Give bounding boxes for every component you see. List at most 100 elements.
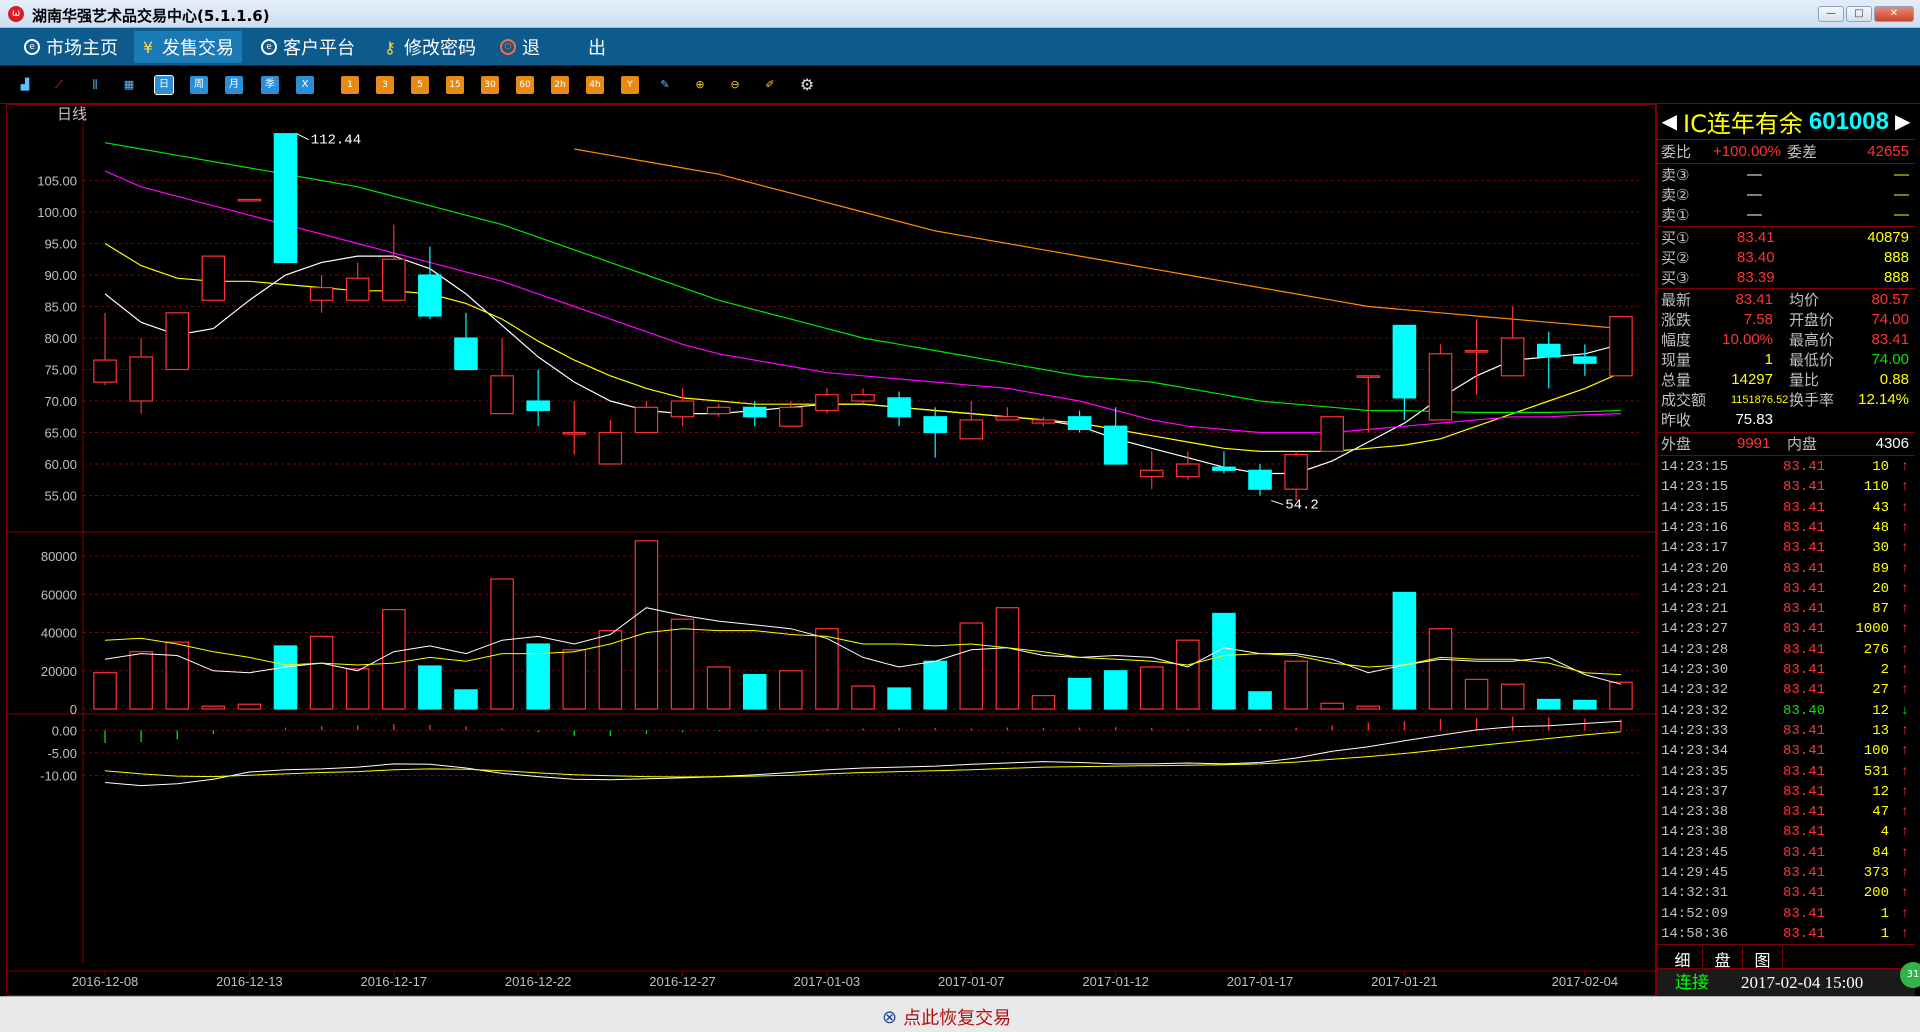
trade-tick-row: 14:23:28 83.41 276 ↑ — [1657, 640, 1915, 660]
bid-label: 买③ — [1661, 269, 1690, 287]
year-button[interactable]: Y — [621, 76, 639, 94]
menu-exit[interactable]: ⏻ 退 出 — [494, 31, 614, 63]
volume-tick-label: 40000 — [41, 626, 77, 641]
tick-price: 83.40 — [1783, 702, 1826, 719]
volume-tick-label: 0 — [70, 702, 77, 717]
candle-chart-icon[interactable]: ⫼ — [86, 76, 104, 94]
candle-body — [779, 406, 803, 427]
menu-market-home[interactable]: e 市场主页 — [18, 31, 126, 63]
stat-label: 涨跌 — [1661, 311, 1692, 329]
period-season-button[interactable]: 季 — [261, 76, 279, 94]
menu-change-password[interactable]: ⚷ 修改密码 — [376, 31, 484, 63]
tick-time: 14:23:16 — [1661, 519, 1729, 536]
x-tick-label: 2017-02-04 — [1552, 974, 1619, 989]
period-day-button[interactable]: 日 — [154, 75, 174, 95]
tick-time: 14:23:28 — [1661, 641, 1729, 658]
ask-volume: — — [1894, 166, 1909, 183]
tick-price: 83.41 — [1783, 925, 1826, 942]
tick-volume: 30 — [1872, 540, 1889, 557]
tick-price: 83.41 — [1783, 601, 1826, 618]
tick-time: 14:23:15 — [1661, 459, 1729, 475]
tab-detail[interactable]: 细 — [1663, 947, 1703, 970]
ask-label: 卖③ — [1661, 166, 1690, 184]
min60-button[interactable]: 60 — [516, 76, 534, 94]
stat-value: 10.00% — [1722, 331, 1773, 348]
weicha-label: 委差 — [1787, 143, 1818, 161]
tick-direction-icon: ↑ — [1900, 885, 1909, 902]
calendar-icon[interactable]: ▦ — [120, 76, 138, 94]
zoom-out-icon[interactable]: ⊖ — [726, 76, 744, 94]
volume-tick-label: 60000 — [41, 587, 77, 602]
zoom-in-icon[interactable]: ⊕ — [691, 76, 709, 94]
edit-icon[interactable]: ✎ — [656, 76, 674, 94]
ask-price: — — [1747, 206, 1762, 223]
tick-price: 83.41 — [1783, 459, 1826, 475]
menu-sale-trade[interactable]: ¥ 发售交易 — [134, 31, 242, 63]
tick-time: 14:23:15 — [1661, 479, 1729, 496]
candle-body — [562, 431, 587, 435]
window-title: 湖南华强艺术品交易中心(5.1.1.6) — [32, 7, 270, 25]
volume-bar — [418, 665, 442, 710]
x-tick-label: 2017-01-03 — [794, 974, 861, 989]
candle-body — [634, 406, 659, 434]
next-stock-icon[interactable]: ▶ — [1895, 109, 1910, 134]
volume-bar — [1212, 612, 1236, 710]
volume-bar — [1500, 683, 1525, 710]
tab-orderbook[interactable]: 盘 — [1703, 947, 1743, 970]
hour2-button[interactable]: 2h — [551, 76, 569, 94]
candle-body — [382, 258, 406, 301]
tick-price: 83.41 — [1783, 804, 1826, 821]
tick-direction-icon: ↑ — [1900, 662, 1909, 678]
trade-tick-row: 14:23:37 83.41 12 ↑ — [1657, 782, 1915, 802]
ask-volume: — — [1894, 206, 1909, 223]
candle-body — [706, 406, 731, 415]
gear-icon[interactable]: ⚙ — [798, 76, 816, 94]
stat-value: 12.14% — [1858, 391, 1909, 408]
tab-chart[interactable]: 图 — [1743, 947, 1783, 970]
tick-direction-icon: ↑ — [1900, 682, 1909, 699]
app-logo-icon: ω — [8, 6, 24, 22]
tick-time: 14:23:37 — [1661, 783, 1729, 800]
price-tick-label: 100.00 — [37, 205, 77, 220]
close-button[interactable]: ✕ — [1874, 6, 1914, 22]
candle-body — [887, 397, 911, 418]
volume-bar — [165, 641, 190, 710]
macd-tick-label: -5.00 — [47, 746, 77, 761]
minimize-button[interactable]: — — [1818, 6, 1844, 22]
restore-trading-link[interactable]: ⊗ 点此恢复交易 — [882, 1004, 1011, 1030]
tick-time: 14:23:34 — [1661, 743, 1729, 760]
menu-client-platform[interactable]: e 客户平台 — [255, 31, 363, 63]
bar-chart-icon[interactable]: ▟ — [16, 76, 34, 94]
notification-badge[interactable]: 31 — [1900, 962, 1920, 988]
maximize-button[interactable]: □ — [1846, 6, 1872, 22]
kline-chart[interactable]: 105.00 100.00 95.00 90.00 85.00 80.00 75.00 70.… — [6, 104, 1657, 997]
stock-header: ◀ IC连年有余 601008 ▶ — [1657, 104, 1915, 140]
price-tick-label: 80.00 — [44, 331, 77, 346]
title-bar: ω 湖南华强艺术品交易中心(5.1.1.6) — □ ✕ — [0, 0, 1920, 28]
high-annotation: 112.44 — [311, 133, 361, 149]
draw-line-icon[interactable]: ✐ — [761, 76, 779, 94]
line-chart-icon[interactable]: ⟋ — [50, 76, 68, 94]
min3-button[interactable]: 3 — [376, 76, 394, 94]
tick-direction-icon: ↑ — [1900, 580, 1909, 597]
min1-button[interactable]: 1 — [341, 76, 359, 94]
tick-price: 83.41 — [1783, 763, 1826, 780]
prev-stock-icon[interactable]: ◀ — [1662, 109, 1677, 134]
volume-bar — [1176, 639, 1200, 710]
min30-button[interactable]: 30 — [481, 76, 499, 94]
kline-chart-svg[interactable]: 105.00 100.00 95.00 90.00 85.00 80.00 75.00 70.… — [7, 105, 1657, 997]
stat-label: 量比 — [1789, 371, 1820, 389]
tick-time: 14:23:38 — [1661, 824, 1729, 841]
hour4-button[interactable]: 4h — [586, 76, 604, 94]
min15-button[interactable]: 15 — [446, 76, 464, 94]
min5-button[interactable]: 5 — [411, 76, 429, 94]
candle-body — [1284, 453, 1308, 490]
candle-body — [995, 416, 1020, 421]
tick-time: 14:32:31 — [1661, 885, 1729, 902]
period-custom-button[interactable]: X — [296, 76, 314, 94]
ask-row: 卖② — — — [1657, 185, 1915, 205]
stat-value: 14297 — [1731, 371, 1773, 388]
tick-price: 83.41 — [1783, 865, 1826, 881]
period-month-button[interactable]: 月 — [225, 76, 243, 94]
period-week-button[interactable]: 周 — [190, 76, 208, 94]
